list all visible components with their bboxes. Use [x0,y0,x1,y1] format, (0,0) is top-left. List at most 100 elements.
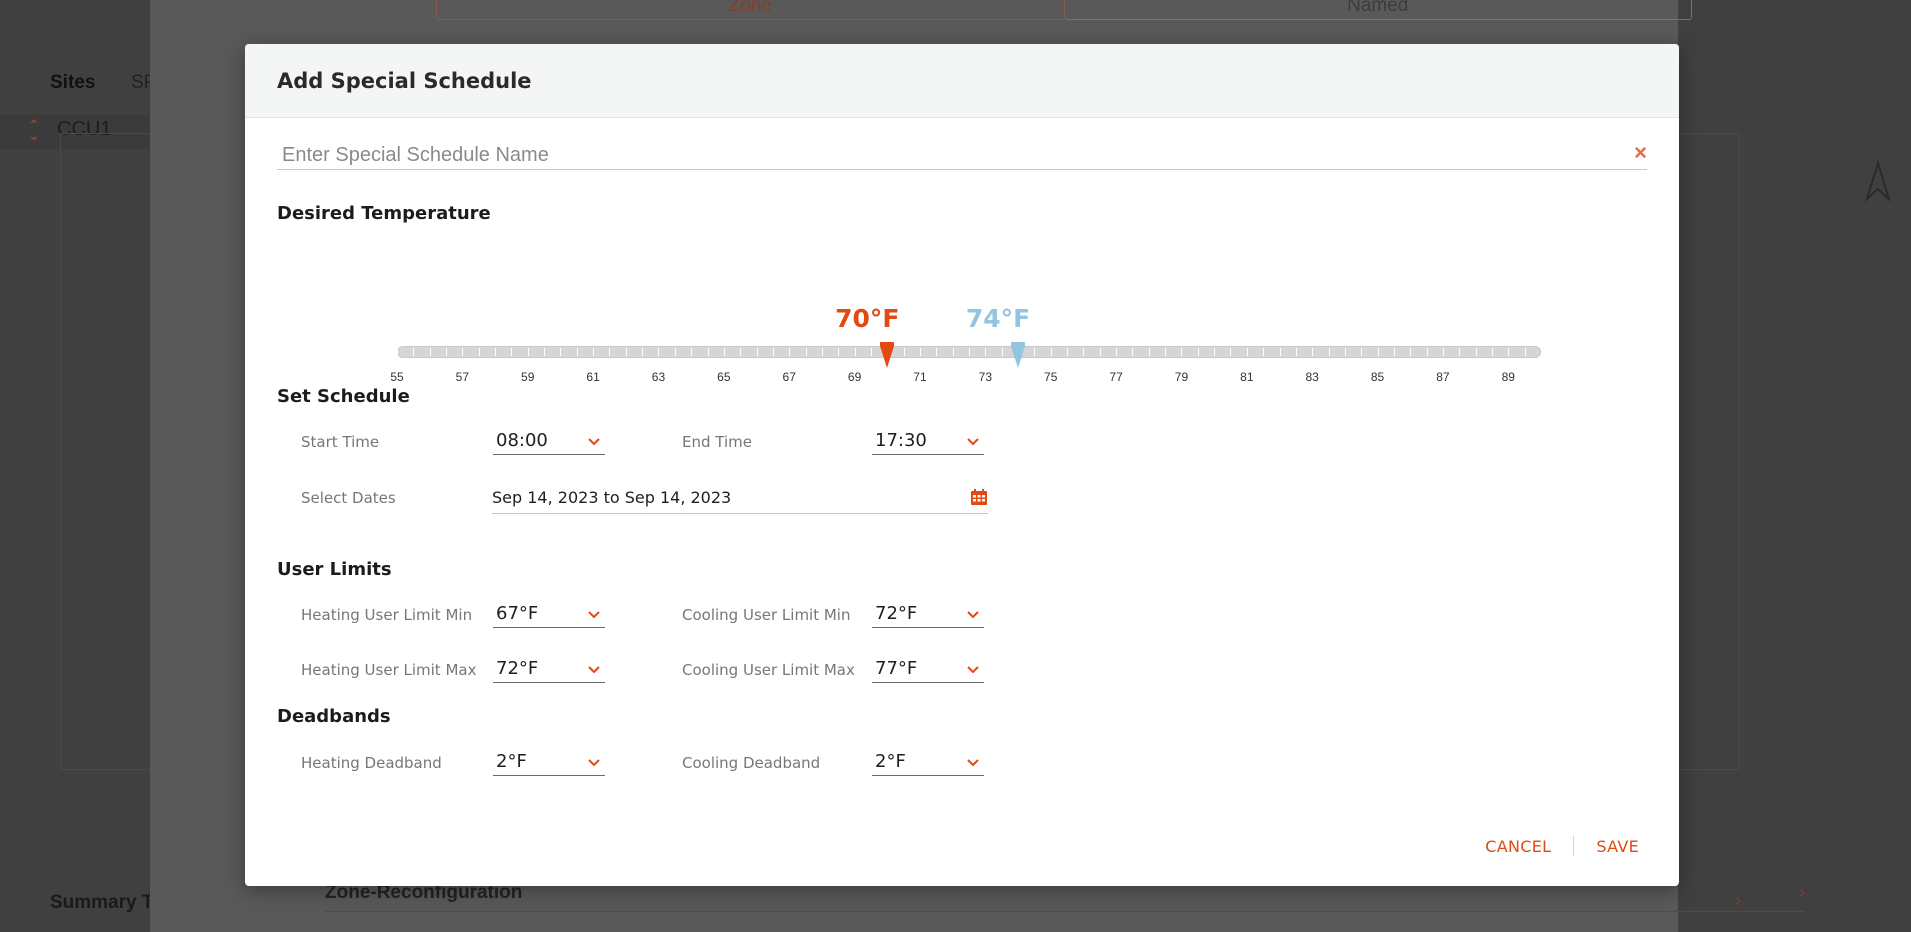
date-range-value: Sep 14, 2023 to Sep 14, 2023 [492,488,732,507]
slider-tick [870,348,872,356]
slider-tick [1263,348,1265,356]
slider-tick [1459,348,1461,356]
slider-tick-label: 67 [782,370,796,384]
heating-setpoint-thumb[interactable] [880,342,895,368]
slider-tick [1099,348,1101,356]
cooling-user-limit-min-select[interactable]: 72°F [872,602,984,628]
slider-tick [1197,348,1199,356]
slider-tick [1148,348,1150,356]
slider-tick [1230,348,1232,356]
tab-named[interactable]: Named [1064,0,1692,20]
slider-tick-label: 81 [1240,370,1254,384]
slider-tick-label: 71 [913,370,927,384]
heating-deadband-value: 2°F [496,751,527,772]
heating-deadband-label: Heating Deadband [301,754,442,772]
cancel-button[interactable]: CANCEL [1485,837,1551,856]
slider-tick [821,348,823,356]
slider-tick-label: 69 [847,370,862,384]
date-range-field[interactable]: Sep 14, 2023 to Sep 14, 2023 [492,486,988,514]
slider-tick [446,348,448,356]
slider-tick [1361,348,1363,356]
slider-tick [723,348,725,356]
slider-tick [707,348,709,356]
slider-tick-label: 65 [717,370,731,384]
nav-sites[interactable]: Sites [50,72,95,94]
slider-tick [1491,348,1493,356]
chevron-down-icon [967,438,979,446]
sort-arrows-icon[interactable]: ⌃ ⌄ [28,118,40,142]
user-limits-title: User Limits [277,559,392,580]
slider-tick [1181,348,1183,356]
slider-tick [1067,348,1069,356]
save-button[interactable]: SAVE [1596,837,1639,856]
slider-tick [429,348,431,356]
heating-user-limit-max-value: 72°F [496,658,539,679]
slider-tick [1165,348,1167,356]
start-time-select[interactable]: 08:00 [493,429,605,455]
slider-tick [1393,348,1395,356]
slider-tick [1475,348,1477,356]
slider-tick [1295,348,1297,356]
chevron-right-icon: › [1799,882,1805,902]
slider-tick [756,348,758,356]
slider-tick [625,348,627,356]
slider-tick [1034,348,1036,356]
slider-tick [691,348,693,356]
slider-tick [772,348,774,356]
end-time-select[interactable]: 17:30 [872,429,984,455]
slider-tick [527,348,529,356]
slider-tick [1214,348,1216,356]
calendar-icon[interactable] [970,488,988,506]
slider-tick-label: 57 [455,370,470,384]
slider-tick [903,348,905,356]
slider-tick [593,348,595,356]
cooling-setpoint-label: 74°F [965,304,1031,333]
heating-user-limit-max-label: Heating User Limit Max [301,661,477,679]
temperature-slider[interactable]: 55 57 59 61 63 65 67 69 71 73 75 77 79 81 83 85 87 89 70°F… [390,256,1545,396]
slider-tick [969,348,970,356]
end-time-label: End Time [682,433,752,451]
slider-tick-label: 85 [1370,370,1385,384]
slider-tick [1083,348,1085,356]
slider-tick [478,348,480,356]
slider-tick [544,348,546,356]
slider-tick [1410,348,1412,356]
heating-deadband-select[interactable]: 2°F [493,750,605,776]
slider-tick [919,348,921,356]
slider-tick [1116,348,1118,356]
cooling-setpoint-thumb[interactable] [1011,342,1026,368]
schedule-name-input[interactable] [277,140,1597,171]
slider-tick [609,348,611,356]
slider-tick-label: 61 [586,370,600,384]
slider-tick [1508,348,1510,356]
slider-tick-label: 55 [390,370,404,384]
slider-tick [1541,348,1542,356]
slider-tick [658,348,660,356]
slider-tick [1426,348,1428,356]
cooling-user-limit-max-label: Cooling User Limit Max [682,661,855,679]
heating-user-limit-max-select[interactable]: 72°F [493,657,605,683]
footer-divider [1573,836,1575,856]
heating-user-limit-min-select[interactable]: 67°F [493,602,605,628]
chevron-down-icon [967,666,979,674]
slider-tick [1312,348,1314,356]
slider-tick [985,348,987,356]
chevron-down-icon [588,666,600,674]
cooling-user-limit-max-value: 77°F [875,658,918,679]
cooling-user-limit-max-select[interactable]: 77°F [872,657,984,683]
slider-tick [952,348,954,356]
tab-zone[interactable]: Zone [436,0,1065,20]
heating-setpoint-label: 70°F [835,304,900,333]
cooling-deadband-select[interactable]: 2°F [872,750,984,776]
slider-tick [1344,348,1346,356]
slider-tick [1279,348,1281,356]
slider-tick [495,348,497,356]
slider-tick [397,348,398,356]
slider-tick [576,348,578,356]
end-time-value: 17:30 [875,430,927,451]
slider-tick [413,348,415,356]
cooling-deadband-value: 2°F [875,751,906,772]
close-icon[interactable]: × [1634,140,1647,166]
heating-user-limit-min-label: Heating User Limit Min [301,606,473,624]
slider-tick [936,348,938,356]
